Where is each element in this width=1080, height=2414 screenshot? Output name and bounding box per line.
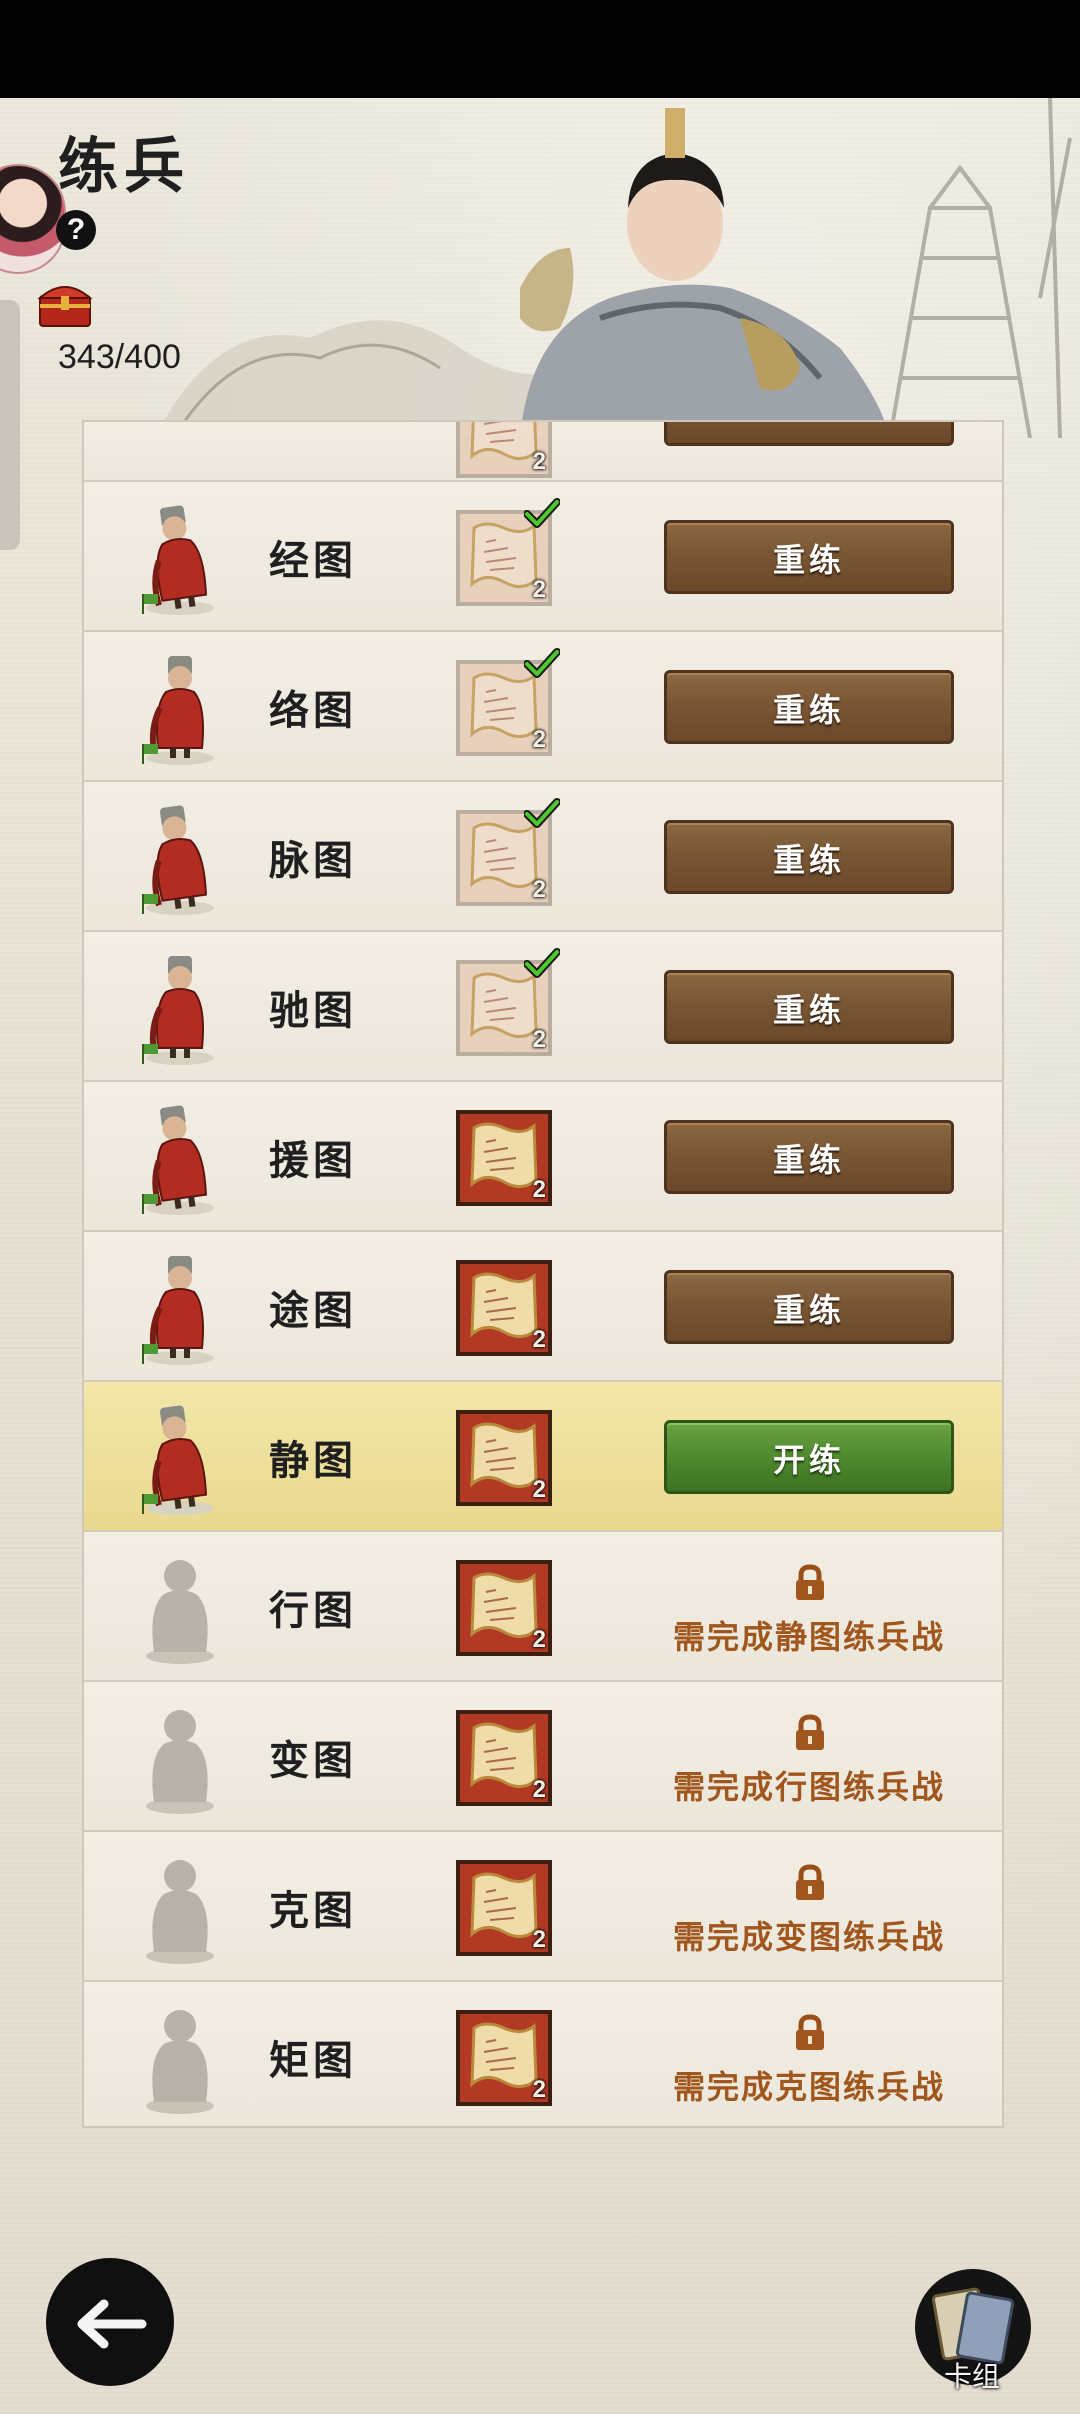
locked-soldier-silhouette-icon	[146, 1710, 214, 1814]
retrain-button[interactable]: 重练	[664, 1120, 954, 1194]
side-drawer-handle[interactable]	[0, 300, 20, 550]
reward-scroll[interactable]: 2	[456, 1410, 552, 1506]
scroll-count: 2	[532, 1776, 546, 1803]
training-list: 2 经图 2 重练 络图 2 重练 脉图 2 重练 驰图 2 重练 援图 2 重练 途图 2 重练 静图 2 开练 行图 2 需…	[82, 420, 1004, 2128]
scroll-count: 2	[532, 1926, 546, 1953]
deck-label: 卡组	[944, 2360, 1001, 2393]
scroll-count: 2	[532, 1026, 546, 1053]
header: 练兵 ? 343/400	[0, 98, 1080, 438]
checkmark-icon	[524, 648, 560, 678]
reward-scroll[interactable]: 2	[456, 1710, 552, 1806]
stage-name: 驰图	[269, 987, 357, 1034]
list-item: 行图 2 需完成静图练兵战	[84, 1532, 1002, 1682]
retrain-button[interactable]: 重练	[664, 670, 954, 744]
list-item: 经图 2 重练	[84, 482, 1002, 632]
reward-scroll[interactable]: 2	[456, 1860, 552, 1956]
scroll-count: 2	[532, 448, 546, 475]
locked-soldier-silhouette-icon	[146, 1860, 214, 1964]
lock-icon	[796, 2014, 824, 2050]
reward-scroll[interactable]: 2	[456, 498, 560, 606]
back-arrow-icon	[77, 2299, 147, 2349]
reward-scroll[interactable]: 2	[456, 1260, 552, 1356]
reward-scroll[interactable]: 2	[456, 1110, 552, 1206]
general-portrait	[520, 98, 1072, 438]
reward-scroll[interactable]: 2	[456, 648, 560, 756]
stage-name: 变图	[269, 1737, 357, 1784]
advisor-avatar[interactable]	[0, 164, 66, 274]
stage-name: 途图	[269, 1287, 357, 1334]
lock-icon	[796, 1864, 824, 1900]
soldier-figure-icon	[142, 505, 214, 615]
list-item: 变图 2 需完成行图练兵战	[84, 1682, 1002, 1832]
soldier-figure-icon	[142, 1256, 214, 1365]
soldier-figure-icon	[142, 1105, 214, 1215]
scroll-count: 2	[532, 576, 546, 603]
list-item: 驰图 2 重练	[84, 932, 1002, 1082]
unlock-requirement-text: 需完成行图练兵战	[672, 1768, 945, 1806]
status-bar	[0, 0, 1080, 98]
back-button[interactable]	[46, 2258, 174, 2386]
scroll-count: 2	[532, 726, 546, 753]
retrain-button[interactable]	[664, 422, 954, 446]
lock-icon	[796, 1564, 824, 1600]
soldier-figure-icon	[142, 656, 214, 765]
stage-name: 援图	[269, 1137, 357, 1184]
treasure-chest-icon[interactable]	[36, 280, 94, 328]
unlock-requirement-text: 需完成变图练兵战	[672, 1918, 945, 1956]
checkmark-icon	[524, 798, 560, 828]
list-item: 静图 2 开练	[84, 1382, 1002, 1532]
unlock-requirement-text: 需完成静图练兵战	[672, 1618, 945, 1656]
locked-soldier-silhouette-icon	[146, 1560, 214, 1664]
unlock-requirement-text: 需完成克图练兵战	[672, 2068, 945, 2106]
reward-scroll[interactable]: 2	[456, 1560, 552, 1656]
retrain-button[interactable]: 重练	[664, 1270, 954, 1344]
scroll-count: 2	[532, 1326, 546, 1353]
page-title: 练兵	[58, 132, 190, 202]
stage-name: 克图	[269, 1887, 357, 1934]
checkmark-icon	[524, 498, 560, 528]
scroll-count: 2	[532, 2076, 546, 2103]
stage-name: 经图	[269, 537, 357, 584]
reward-scroll[interactable]: 2	[456, 422, 552, 478]
reward-scroll[interactable]: 2	[456, 2010, 552, 2106]
soldier-figure-icon	[142, 805, 214, 915]
soldier-figure-icon	[142, 956, 214, 1065]
reward-scroll[interactable]: 2	[456, 948, 560, 1056]
scroll-count: 2	[532, 876, 546, 903]
stage-name: 行图	[269, 1587, 357, 1634]
stage-name: 脉图	[269, 837, 357, 884]
start-training-button[interactable]: 开练	[664, 1420, 954, 1494]
list-item: 络图 2 重练	[84, 632, 1002, 782]
soldier-figure-icon	[142, 1405, 214, 1515]
stage-name: 络图	[269, 687, 357, 734]
stage-name: 静图	[269, 1437, 357, 1484]
retrain-button[interactable]: 重练	[664, 970, 954, 1044]
list-item: 克图 2 需完成变图练兵战	[84, 1832, 1002, 1982]
lock-icon	[796, 1714, 824, 1750]
checkmark-icon	[524, 948, 560, 978]
list-item: 援图 2 重练	[84, 1082, 1002, 1232]
chest-progress-count: 343/400	[58, 338, 181, 376]
locked-soldier-silhouette-icon	[146, 2010, 214, 2114]
scroll-count: 2	[532, 1476, 546, 1503]
retrain-button[interactable]: 重练	[664, 520, 954, 594]
scroll-count: 2	[532, 1176, 546, 1203]
retrain-button[interactable]: 重练	[664, 820, 954, 894]
stage-name: 矩图	[269, 2037, 357, 2084]
list-item-partial: 2	[84, 422, 1002, 482]
scroll-count: 2	[532, 1626, 546, 1653]
help-icon[interactable]: ?	[56, 210, 96, 250]
list-item: 途图 2 重练	[84, 1232, 1002, 1382]
reward-scroll[interactable]: 2	[456, 798, 560, 906]
list-item: 矩图 2 需完成克图练兵战	[84, 1982, 1002, 2126]
list-item: 脉图 2 重练	[84, 782, 1002, 932]
